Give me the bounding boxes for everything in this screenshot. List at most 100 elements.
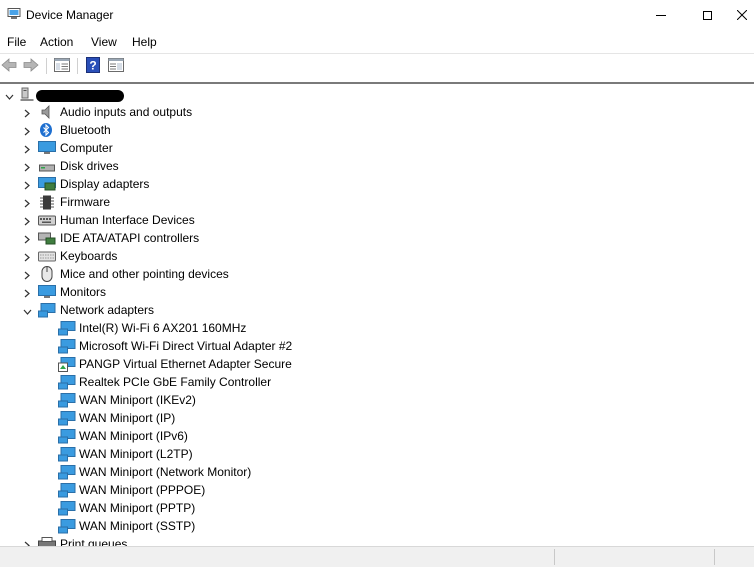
minimize-button[interactable] — [638, 0, 684, 31]
tree-category-bluetooth[interactable]: Bluetooth — [0, 121, 754, 139]
tree-category-hid[interactable]: Human Interface Devices — [0, 211, 754, 229]
tree-category-network-adapters[interactable]: Network adapters — [0, 301, 754, 319]
network-adapter-icon — [58, 411, 76, 426]
chevron-right-icon[interactable] — [23, 143, 31, 154]
chevron-down-icon[interactable] — [5, 90, 14, 100]
tree-category-label: Display adapters — [60, 177, 150, 191]
network-adapter-icon — [38, 303, 56, 318]
chevron-right-icon[interactable] — [23, 215, 31, 226]
network-adapter-icon — [58, 447, 76, 462]
tree-category-ide[interactable]: IDE ATA/ATAPI controllers — [0, 229, 754, 247]
tree-category-label: Disk drives — [60, 159, 119, 173]
tree-device-label: Realtek PCIe GbE Family Controller — [79, 375, 272, 389]
chevron-down-icon[interactable] — [23, 305, 32, 315]
tree-category-label: Mice and other pointing devices — [60, 267, 229, 281]
menu-file[interactable]: File — [7, 35, 26, 49]
tree-category-label: Firmware — [60, 195, 110, 209]
tree-category-audio[interactable]: Audio inputs and outputs — [0, 103, 754, 121]
toolbar-separator — [46, 58, 47, 74]
menu-action[interactable]: Action — [40, 35, 73, 49]
tree-category-mice[interactable]: Mice and other pointing devices — [0, 265, 754, 283]
tree-device-row[interactable]: WAN Miniport (IP) — [0, 409, 754, 427]
network-adapter-icon — [58, 393, 76, 408]
tree-device-row[interactable]: Intel(R) Wi-Fi 6 AX201 160MHz — [0, 319, 754, 337]
device-tree: Audio inputs and outputs Bluetooth Compu… — [0, 84, 754, 546]
forward-icon — [23, 57, 39, 75]
tree-category-disk-drives[interactable]: Disk drives — [0, 157, 754, 175]
chevron-right-icon[interactable] — [23, 161, 31, 172]
forward-button[interactable] — [22, 57, 40, 75]
tree-device-row[interactable]: WAN Miniport (PPTP) — [0, 499, 754, 517]
menu-bar: File Action View Help — [0, 31, 754, 54]
chevron-right-icon[interactable] — [23, 233, 31, 244]
chevron-right-icon[interactable] — [23, 269, 31, 280]
tree-device-label: Microsoft Wi-Fi Direct Virtual Adapter #… — [79, 339, 293, 353]
hid-icon — [38, 213, 56, 227]
help-button[interactable]: ? — [84, 56, 102, 76]
network-adapter-icon — [58, 483, 76, 498]
status-bar-divider — [714, 549, 715, 565]
monitor-icon — [38, 285, 56, 299]
tree-root[interactable] — [0, 86, 754, 104]
disk-drive-icon — [39, 159, 55, 173]
tree-device-row[interactable]: WAN Miniport (Network Monitor) — [0, 463, 754, 481]
tree-device-label: WAN Miniport (IPv6) — [79, 429, 188, 443]
network-adapter-icon — [58, 519, 76, 534]
tree-device-label: Intel(R) Wi-Fi 6 AX201 160MHz — [79, 321, 247, 335]
maximize-icon — [702, 11, 712, 20]
maximize-button[interactable] — [684, 0, 730, 31]
keyboard-icon — [38, 249, 56, 263]
back-button[interactable] — [0, 57, 18, 75]
status-bar — [0, 546, 754, 567]
tree-device-row[interactable]: WAN Miniport (IPv6) — [0, 427, 754, 445]
svg-text:?: ? — [89, 58, 96, 72]
tree-device-row[interactable]: WAN Miniport (SSTP) — [0, 517, 754, 535]
chevron-right-icon[interactable] — [23, 197, 31, 208]
tree-device-row[interactable]: Microsoft Wi-Fi Direct Virtual Adapter #… — [0, 337, 754, 355]
tree-device-row[interactable]: WAN Miniport (L2TP) — [0, 445, 754, 463]
back-icon — [1, 57, 17, 75]
tree-category-keyboards[interactable]: Keyboards — [0, 247, 754, 265]
network-adapter-warning-icon — [58, 357, 76, 372]
tree-category-label: Network adapters — [60, 303, 155, 317]
properties-pane-button[interactable] — [53, 57, 71, 75]
chevron-right-icon[interactable] — [23, 251, 31, 262]
tree-device-row[interactable]: PANGP Virtual Ethernet Adapter Secure — [0, 355, 754, 373]
status-bar-divider — [554, 549, 555, 565]
tree-device-row[interactable]: WAN Miniport (PPPOE) — [0, 481, 754, 499]
mouse-icon — [41, 266, 57, 282]
tree-category-monitors[interactable]: Monitors — [0, 283, 754, 301]
tree-category-label: Monitors — [60, 285, 107, 299]
tree-category-display-adapters[interactable]: Display adapters — [0, 175, 754, 193]
tree-device-row[interactable]: Realtek PCIe GbE Family Controller — [0, 373, 754, 391]
network-adapter-icon — [58, 375, 76, 390]
view-toggle-button[interactable] — [107, 57, 125, 75]
tree-category-label: Computer — [60, 141, 113, 155]
tree-device-row[interactable]: WAN Miniport (IKEv2) — [0, 391, 754, 409]
firmware-chip-icon — [40, 195, 56, 210]
tree-category-label: Human Interface Devices — [60, 213, 195, 227]
tree-category-label: Keyboards — [60, 249, 118, 263]
computer-root-icon — [20, 87, 36, 101]
view-toggle-icon — [108, 57, 124, 75]
toolbar: ? — [0, 54, 754, 78]
tree-category-firmware[interactable]: Firmware — [0, 193, 754, 211]
tree-device-label: WAN Miniport (Network Monitor) — [79, 465, 252, 479]
chevron-right-icon[interactable] — [23, 107, 31, 118]
tree-device-label: WAN Miniport (IP) — [79, 411, 176, 425]
chevron-right-icon[interactable] — [23, 287, 31, 298]
ide-controller-icon — [38, 231, 56, 245]
printer-icon — [38, 537, 56, 546]
chevron-right-icon[interactable] — [23, 539, 31, 546]
tree-category-label: IDE ATA/ATAPI controllers — [60, 231, 200, 245]
tree-category-computer[interactable]: Computer — [0, 139, 754, 157]
chevron-right-icon[interactable] — [23, 125, 31, 136]
tree-device-label: WAN Miniport (PPTP) — [79, 501, 196, 515]
chevron-right-icon[interactable] — [23, 179, 31, 190]
minimize-icon — [656, 15, 666, 16]
menu-help[interactable]: Help — [132, 35, 157, 49]
tree-category-print-queues[interactable]: Print queues — [0, 535, 754, 546]
close-button[interactable] — [730, 0, 754, 31]
menu-view[interactable]: View — [91, 35, 117, 49]
help-icon: ? — [86, 56, 100, 76]
